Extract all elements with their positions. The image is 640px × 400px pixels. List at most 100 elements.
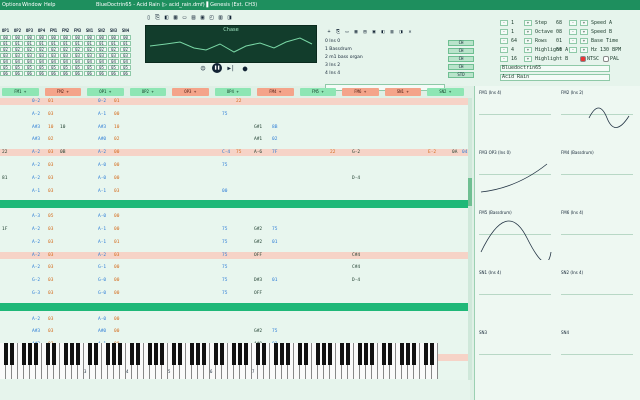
instrument-tool-icon[interactable]: ▦ — [352, 28, 360, 35]
pattern-cell[interactable]: 00 — [114, 328, 119, 335]
pattern-row[interactable]: 1F A-2 03 A-1 00 75 G#2 75 — [0, 226, 468, 233]
pattern-cell[interactable]: 1F — [2, 226, 7, 233]
piano-keyboard[interactable]: 3 4 5 6 7 — [0, 343, 438, 379]
pattern-cell[interactable]: 00 — [114, 162, 119, 169]
operator-cell[interactable]: 00 — [24, 35, 35, 40]
pattern-cell[interactable]: 03 — [48, 316, 53, 323]
operator-cell[interactable]: 06 — [12, 71, 23, 76]
decrement-button[interactable]: - — [569, 38, 577, 44]
pattern-cell[interactable]: G-3 — [32, 290, 40, 297]
decrement-button[interactable]: - — [569, 20, 577, 26]
pattern-cell[interactable]: 00 — [114, 277, 119, 284]
pattern-cell[interactable]: 75 — [222, 162, 227, 169]
piano-black-key[interactable] — [424, 343, 428, 365]
piano-black-key[interactable] — [406, 343, 410, 365]
macro-graph[interactable]: FM5 (Bassdrum) — [477, 208, 555, 260]
operator-cell[interactable]: 00 — [12, 35, 23, 40]
piano-black-key[interactable] — [256, 343, 260, 365]
operator-cell[interactable]: 00 — [36, 35, 47, 40]
increment-button[interactable]: + — [580, 38, 588, 44]
operator-cell[interactable]: 01 — [0, 41, 11, 46]
pattern-cell[interactable]: A-1 — [98, 111, 106, 118]
toolbar-icon[interactable]: ◨ — [226, 14, 233, 21]
operator-cell[interactable]: 02 — [96, 47, 107, 52]
pattern-row[interactable]: A-2 03 G-1 00 75 C#4 — [0, 264, 468, 271]
decrement-button[interactable]: - — [500, 56, 508, 62]
piano-black-key[interactable] — [382, 343, 386, 365]
pattern-cell[interactable]: A-2 — [32, 149, 40, 156]
channel-header[interactable]: OP3 + — [172, 88, 209, 96]
pattern-cell[interactable]: C-4 — [222, 149, 230, 156]
pattern-cell[interactable]: G-0 — [98, 290, 106, 297]
operator-cell[interactable]: 01 — [120, 41, 131, 46]
setting-value[interactable]: 68 — [556, 20, 566, 26]
pattern-cell[interactable]: 03 — [48, 328, 53, 335]
decrement-button[interactable]: - — [500, 38, 508, 44]
operator-cell[interactable]: 06 — [96, 71, 107, 76]
operator-cell[interactable]: 06 — [120, 71, 131, 76]
channel-button[interactable]: CH — [448, 48, 474, 54]
macro-graph[interactable]: SN3 — [477, 328, 555, 380]
operator-cell[interactable]: 01 — [24, 41, 35, 46]
piano-black-key[interactable] — [154, 343, 158, 365]
piano-black-key[interactable] — [70, 343, 74, 365]
operator-cell[interactable]: 02 — [12, 47, 23, 52]
pattern-cell[interactable]: 75 — [222, 277, 227, 284]
pattern-cell[interactable]: 03 — [48, 252, 53, 259]
pattern-row[interactable]: A-2 03 A-1 00 75 — [0, 111, 468, 118]
piano-black-key[interactable] — [244, 343, 248, 365]
piano-black-key[interactable] — [148, 343, 152, 365]
pattern-cell[interactable]: 02 — [272, 136, 277, 143]
piano-black-key[interactable] — [286, 343, 290, 365]
operator-cell[interactable]: 03 — [96, 53, 107, 58]
operator-cell[interactable]: 01 — [72, 41, 83, 46]
pattern-cell[interactable]: A-3 — [32, 213, 40, 220]
pattern-cell[interactable]: A-1 — [98, 226, 106, 233]
pattern-cell[interactable]: 8B — [272, 124, 277, 131]
pattern-cell[interactable]: A#3 — [32, 124, 40, 131]
pattern-cell[interactable]: 03 — [48, 175, 53, 182]
pattern-cell[interactable]: E-2 — [428, 149, 436, 156]
operator-cell[interactable]: 01 — [12, 41, 23, 46]
piano-black-key[interactable] — [118, 343, 122, 365]
pattern-row[interactable]: 22 A-2 03 0B A-2 00 C-4 75 A-6 7F 22 G-2 E-2 0A 04 — [0, 149, 468, 157]
operator-cell[interactable]: 00 — [120, 35, 131, 40]
channel-header[interactable]: SN1 + — [384, 88, 421, 96]
pattern-cell[interactable]: 0A — [452, 149, 457, 156]
operator-cell[interactable]: 04 — [36, 59, 47, 64]
pattern-cell[interactable]: D#3 — [254, 277, 262, 284]
pattern-row[interactable]: 81 A-2 03 A-0 00 D-4 — [0, 175, 468, 182]
pattern-cell[interactable]: 02 — [114, 136, 119, 143]
setting-value[interactable]: 60 — [556, 47, 566, 53]
pattern-cell[interactable]: A-1 — [98, 239, 106, 246]
macro-graph[interactable]: FM6 (Ins 4) — [559, 208, 637, 260]
instrument-tool-icon[interactable]: ▣ — [370, 28, 378, 35]
operator-cell[interactable]: 02 — [48, 47, 59, 52]
pattern-cell[interactable]: 00 — [114, 226, 119, 233]
pattern-cell[interactable]: G-0 — [98, 277, 106, 284]
toolbar-icon[interactable]: ▯ — [145, 14, 152, 21]
record-button[interactable]: ● — [240, 63, 250, 73]
operator-cell[interactable]: 01 — [48, 41, 59, 46]
operator-cell[interactable]: 02 — [36, 47, 47, 52]
channel-header[interactable]: FM6 + — [342, 88, 379, 96]
piano-black-key[interactable] — [346, 343, 350, 365]
instrument-item[interactable]: 1 Bassdrum — [325, 46, 445, 54]
plus-icon[interactable]: + — [191, 89, 196, 94]
menu-window[interactable]: Window — [22, 2, 42, 8]
piano-black-key[interactable] — [220, 343, 224, 365]
piano-black-key[interactable] — [4, 343, 8, 365]
pattern-cell[interactable]: A-2 — [32, 264, 40, 271]
piano-black-key[interactable] — [238, 343, 242, 365]
operator-cell[interactable]: 02 — [84, 47, 95, 52]
piano-black-key[interactable] — [412, 343, 416, 365]
operator-cell[interactable]: 04 — [96, 59, 107, 64]
piano-black-key[interactable] — [136, 343, 140, 365]
menu-help[interactable]: Help — [44, 2, 55, 8]
pattern-cell[interactable]: 22 — [330, 149, 335, 156]
instrument-item[interactable]: 2 m1 bass organ — [325, 54, 445, 62]
operator-cell[interactable]: 02 — [72, 47, 83, 52]
pattern-cell[interactable]: A-1 — [98, 188, 106, 195]
pattern-row[interactable]: A-2 03 A-0 00 75 — [0, 162, 468, 169]
pattern-cell[interactable]: C#4 — [352, 252, 360, 259]
